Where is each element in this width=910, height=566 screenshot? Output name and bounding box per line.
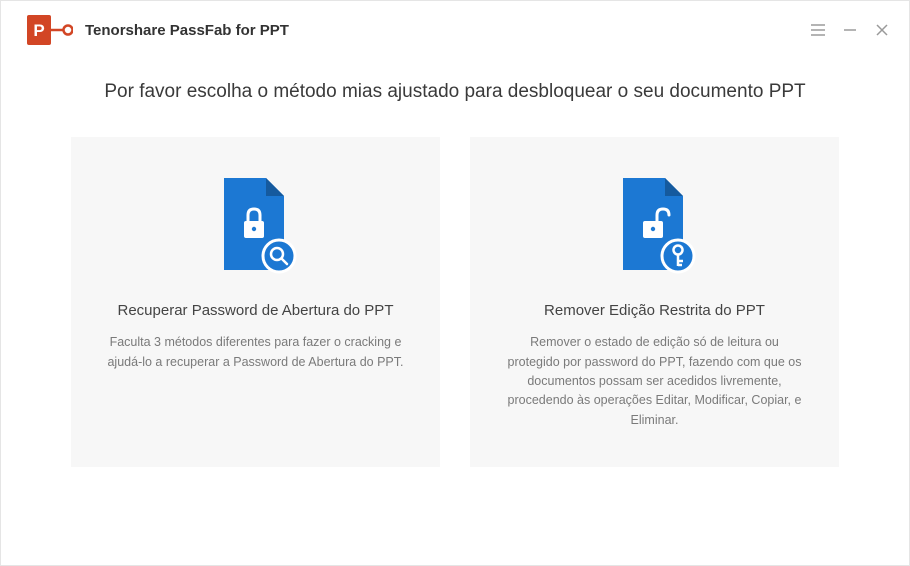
app-title: Tenorshare PassFab for PPT xyxy=(85,22,289,39)
recover-option-desc: Faculta 3 métodos diferentes para fazer … xyxy=(99,333,412,372)
remove-option-title: Remover Edição Restrita do PPT xyxy=(534,301,775,321)
app-logo-icon: P xyxy=(27,15,73,45)
option-recover-password[interactable]: Recuperar Password de Abertura do PPT Fa… xyxy=(71,137,440,467)
page-heading: Por favor escolha o método mias ajustado… xyxy=(1,81,909,103)
svg-text:P: P xyxy=(33,21,44,40)
options-container: Recuperar Password de Abertura do PPT Fa… xyxy=(1,137,909,467)
minimize-icon[interactable] xyxy=(841,21,859,39)
option-remove-restriction[interactable]: Remover Edição Restrita do PPT Remover o… xyxy=(470,137,839,467)
menu-icon[interactable] xyxy=(809,21,827,39)
close-icon[interactable] xyxy=(873,21,891,39)
titlebar: P Tenorshare PassFab for PPT xyxy=(1,1,909,55)
locked-document-search-icon xyxy=(212,173,300,283)
window-controls xyxy=(809,21,891,39)
brand: P Tenorshare PassFab for PPT xyxy=(27,15,289,45)
remove-option-desc: Remover o estado de edição só de leitura… xyxy=(498,333,811,430)
unlocked-document-key-icon xyxy=(611,173,699,283)
recover-option-title: Recuperar Password de Abertura do PPT xyxy=(108,301,404,321)
